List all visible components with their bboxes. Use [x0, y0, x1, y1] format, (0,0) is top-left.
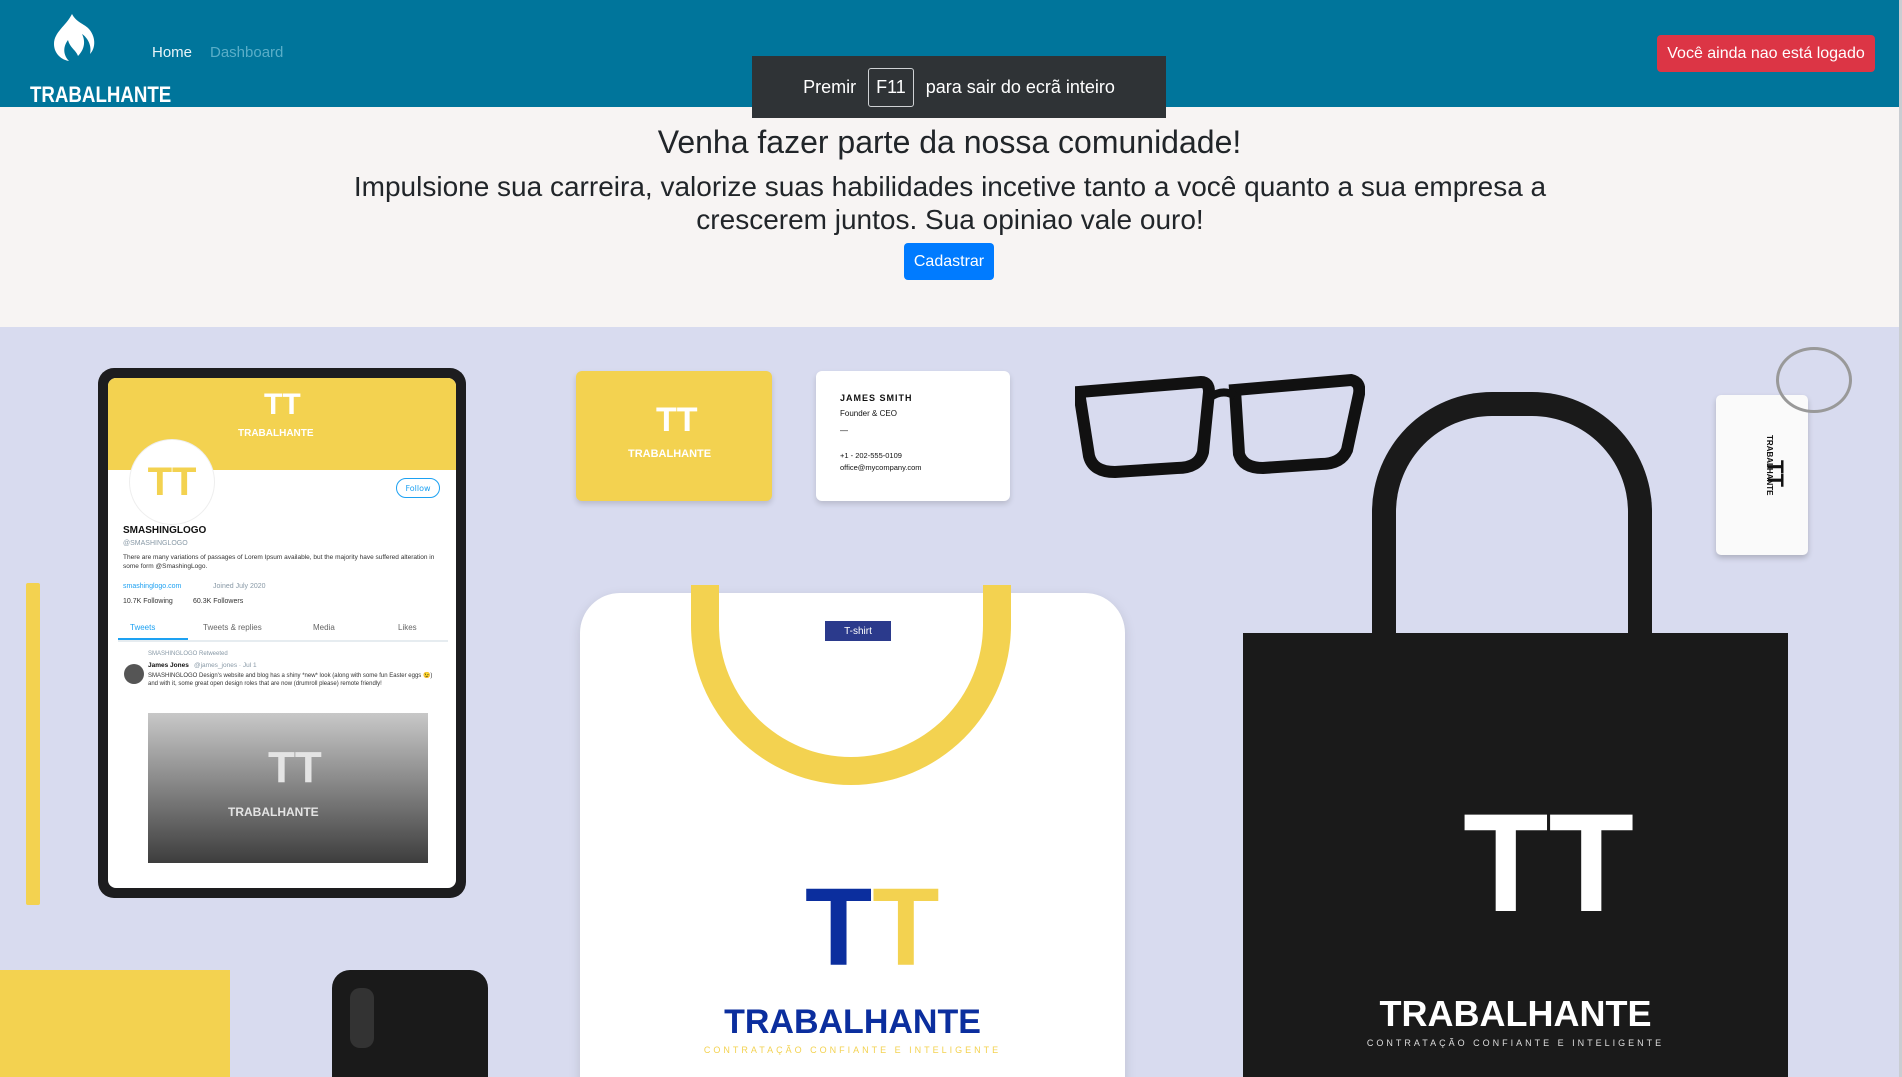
hero-subtitle: Impulsione sua carreira, valorize suas h… [353, 171, 1547, 235]
avatar-monogram: TT [139, 449, 205, 515]
profile-website: smashinglogo.com [123, 583, 182, 590]
register-button[interactable]: Cadastrar [904, 243, 994, 280]
card-email: office@mycompany.com [840, 463, 922, 472]
keychain-monogram: TT [1763, 460, 1788, 487]
phone-mockup [332, 970, 488, 1077]
bag-slogan: CONTRATAÇÃO CONFIANTE E INTELIGENTE [1366, 1038, 1665, 1048]
follow-button: Follow [396, 478, 440, 498]
profile-bio: There are many variations of passages of… [123, 554, 435, 570]
retweet-label: SMASHINGLOGO Retweeted [148, 651, 228, 657]
nav-dashboard-link[interactable]: Dashboard [210, 44, 283, 61]
tshirt-brand: TRABALHANTE [724, 1003, 981, 1041]
tshirt-monogram: TT [805, 866, 940, 989]
banner-monogram: TT [264, 388, 301, 421]
tab-tweets: Tweets [130, 623, 156, 632]
photo-monogram: TT [268, 743, 322, 792]
nav-home-link[interactable]: Home [152, 44, 192, 61]
tshirt-tag: T-shirt [825, 621, 891, 641]
bag-brand: TRABALHANTE [1379, 993, 1652, 1034]
keychain-mockup: TRABALHANTE TT [1716, 347, 1852, 555]
card-phone: +1 - 202-555-0109 [840, 451, 902, 460]
glasses-icon [1075, 373, 1365, 479]
tote-bag-mockup: TT TRABALHANTE CONTRATAÇÃO CONFIANTE E I… [1243, 633, 1788, 1077]
pencil-icon [26, 583, 40, 905]
notice-text-before: Premir [803, 76, 857, 97]
brand-name: TRABALHANTE [30, 82, 172, 107]
key-ring-icon [1776, 347, 1852, 413]
card-person-name: JAMES SMITH [840, 393, 913, 403]
profile-handle: @SMASHINGLOGO [123, 540, 188, 547]
tablet-mockup: TT TRABALHANTE TT Follow SMASHINGLOGO @S… [98, 368, 466, 898]
yellow-business-card: TT TRABALHANTE [576, 371, 772, 501]
profile-name: SMASHINGLOGO [123, 525, 207, 536]
flame-logo-icon [54, 14, 95, 61]
tshirt-collar [691, 585, 1011, 785]
banner-brand: TRABALHANTE [238, 428, 314, 439]
f11-key: F11 [868, 67, 914, 107]
tweet-author-avatar [124, 664, 144, 684]
photo-brand: TRABALHANTE [228, 805, 319, 819]
login-status-button[interactable]: Você ainda nao está logado [1657, 35, 1875, 72]
tab-media: Media [313, 623, 335, 632]
tshirt-mockup: T-shirt TT TRABALHANTE CONTRATAÇÃO CONFI… [580, 585, 1125, 1077]
tweet-photo: TT TRABALHANTE [148, 713, 428, 863]
profile-joined: Joined July 2020 [213, 583, 266, 590]
tweet-author: James Jones [148, 662, 189, 669]
card-monogram: TT [656, 401, 698, 439]
card-person-title: Founder & CEO [840, 409, 897, 418]
card-divider: — [840, 426, 848, 435]
tshirt-slogan: CONTRATAÇÃO CONFIANTE E INTELIGENTE [703, 1045, 1002, 1055]
profile-followers: 60.3K Followers [193, 598, 244, 605]
phone-camera-icon [350, 988, 374, 1048]
tweet-meta: @james_jones · Jul 1 [194, 662, 257, 669]
profile-tabs: Tweets Tweets & replies Media Likes [118, 618, 448, 642]
white-business-card: JAMES SMITH Founder & CEO — +1 - 202-555… [816, 371, 1010, 501]
hero-section: Venha fazer parte da nossa comunidade! I… [0, 107, 1899, 327]
active-tab-indicator [118, 638, 188, 640]
profile-following: 10.7K Following [123, 598, 173, 605]
tablet-screen: TT TRABALHANTE TT Follow SMASHINGLOGO @S… [108, 378, 456, 888]
brand-logo[interactable]: TRABALHANTE [14, 14, 171, 107]
notice-text-after: para sair do ecrã inteiro [925, 76, 1115, 97]
tab-tweets-replies: Tweets & replies [203, 623, 262, 632]
brand-mockup-image: TT TRABALHANTE TT Follow SMASHINGLOGO @S… [0, 327, 1899, 1077]
profile-avatar: TT [130, 440, 214, 524]
notebook-mockup [0, 970, 230, 1077]
hero-title: Venha fazer parte da nossa comunidade! [657, 124, 1242, 160]
bag-monogram: TT [1463, 784, 1635, 941]
tweet-text: SMASHINGLOGO Design's website and blog h… [148, 673, 433, 687]
tab-likes: Likes [398, 623, 417, 632]
card-brand: TRABALHANTE [628, 448, 712, 460]
